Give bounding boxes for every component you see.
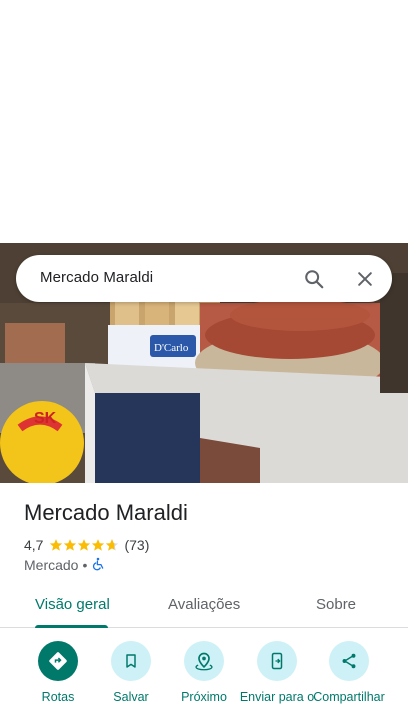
search-input[interactable]: Mercado Maraldi xyxy=(40,269,153,286)
send-to-phone-label: Enviar para o xyxy=(239,690,315,704)
place-title: Mercado Maraldi xyxy=(24,500,188,525)
share-button[interactable]: Compartilhar xyxy=(309,641,389,704)
star-icon xyxy=(78,539,91,551)
tab-reviews[interactable]: Avaliações xyxy=(168,596,240,613)
place-category: Mercado xyxy=(24,557,79,573)
directions-icon[interactable] xyxy=(38,641,78,681)
rating-value: 4,7 xyxy=(24,537,44,553)
directions-label: Rotas xyxy=(41,690,75,704)
nearby-button[interactable]: Próximo xyxy=(164,641,244,704)
save-label: Salvar xyxy=(113,690,149,704)
send-to-phone-icon[interactable] xyxy=(257,641,297,681)
active-tab-indicator xyxy=(35,625,108,628)
category-row: Mercado • xyxy=(24,556,105,574)
photo-sign-text: D'Carlo xyxy=(154,342,189,354)
share-label: Compartilhar xyxy=(313,690,385,704)
close-icon[interactable] xyxy=(352,266,378,292)
send-to-phone-button[interactable]: Enviar para o xyxy=(237,641,317,704)
nearby-label: Próximo xyxy=(181,690,227,704)
share-icon[interactable] xyxy=(329,641,369,681)
rating-row[interactable]: 4,7 (73) xyxy=(24,536,149,554)
save-button[interactable]: Salvar xyxy=(91,641,171,704)
blank-top-area xyxy=(0,0,408,243)
star-icon xyxy=(50,539,63,551)
star-icon xyxy=(92,539,105,551)
search-bar[interactable]: Mercado Maraldi xyxy=(16,255,392,302)
nearby-icon[interactable] xyxy=(184,641,224,681)
tab-about[interactable]: Sobre xyxy=(316,596,356,613)
wheelchair-accessible-icon xyxy=(91,557,105,574)
tab-overview[interactable]: Visão geral xyxy=(35,596,110,613)
separator-dot: • xyxy=(82,557,88,573)
tab-bar: Visão geral Avaliações Sobre xyxy=(0,586,408,628)
svg-text:SK: SK xyxy=(34,410,57,427)
directions-button[interactable]: Rotas xyxy=(18,641,98,704)
star-icon xyxy=(64,539,77,551)
rating-stars xyxy=(49,538,119,552)
search-icon[interactable] xyxy=(301,266,327,292)
half-star-icon xyxy=(106,539,119,551)
bookmark-icon[interactable] xyxy=(111,641,151,681)
action-bar: Rotas Salvar Próximo Enviar para o Compa… xyxy=(0,641,408,726)
reviews-count[interactable]: (73) xyxy=(124,537,149,553)
